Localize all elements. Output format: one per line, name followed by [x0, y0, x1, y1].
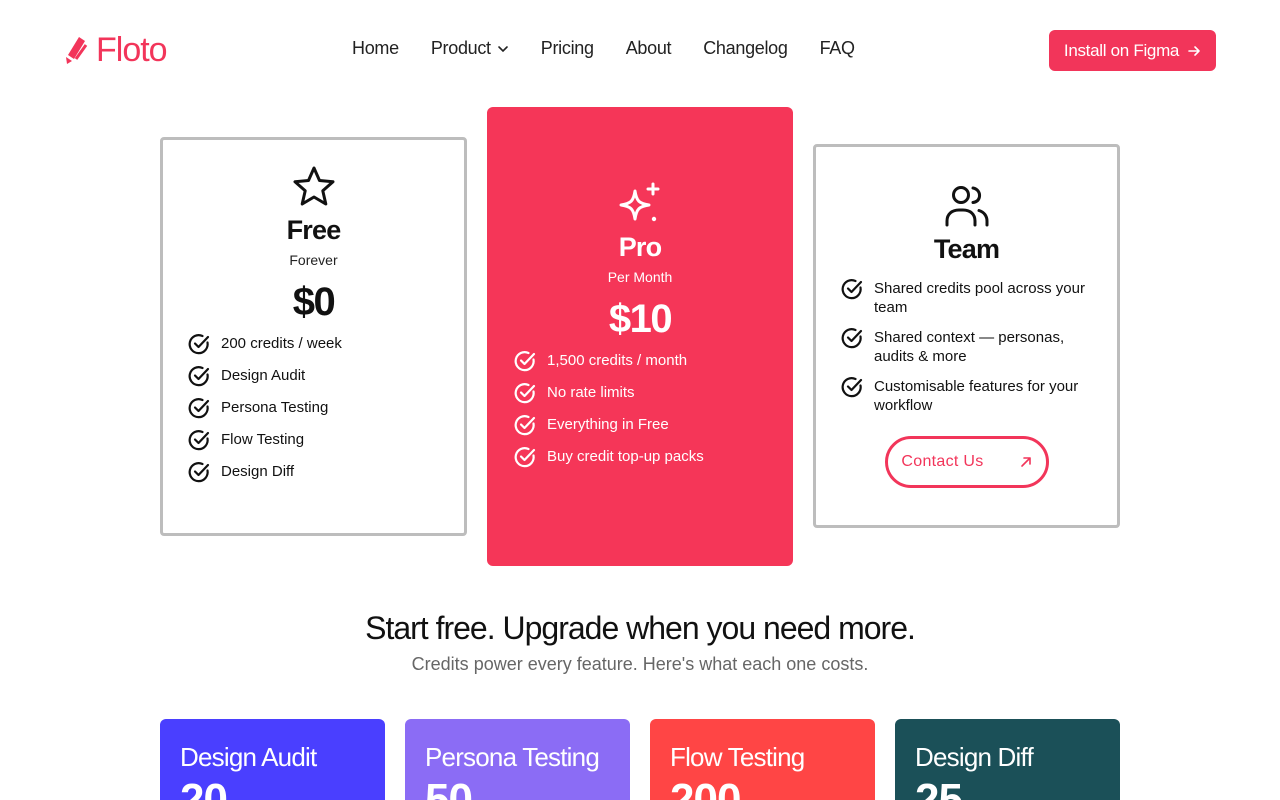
- pencil-logo-icon: [66, 37, 88, 64]
- plan-card-pro: Pro Per Month $10 1,500 credits / month …: [487, 107, 793, 566]
- feature-item: Design Audit: [187, 366, 464, 388]
- tile-name: Persona Testing: [425, 742, 600, 772]
- main-nav: Home Product Pricing About Changelog FAQ: [352, 38, 855, 59]
- plan-price: $0: [292, 280, 336, 324]
- feature-item: Customisable features for your workflow: [840, 377, 1099, 415]
- feature-text: 1,500 credits / month: [547, 352, 688, 369]
- plan-card-free: Free Forever $0 200 credits / week Desig…: [160, 137, 467, 536]
- plan-period: Per Month: [607, 269, 673, 285]
- plan-title: Free: [286, 215, 342, 245]
- check-circle-icon: [188, 366, 210, 387]
- credit-tile-flow-testing: Flow Testing 200: [650, 719, 875, 800]
- feature-item: Everything in Free: [513, 415, 793, 437]
- contact-us-label: Contact Us: [901, 453, 984, 470]
- feature-list: 1,500 credits / month No rate limits Eve…: [487, 351, 793, 479]
- plan-card-team: Team Shared credits pool across your tea…: [813, 144, 1120, 528]
- check-circle-icon: [514, 351, 536, 372]
- feature-list: 200 credits / week Design Audit Persona …: [163, 334, 464, 494]
- check-circle-icon: [188, 398, 210, 419]
- tile-credit-value: 50: [425, 775, 473, 800]
- check-circle-icon: [514, 415, 536, 436]
- check-circle-icon: [188, 462, 210, 483]
- feature-text: Design Audit: [221, 367, 306, 384]
- logo[interactable]: Floto: [64, 31, 168, 69]
- nav-product[interactable]: Product: [431, 38, 509, 59]
- feature-item: Shared context — personas, audits & more: [840, 328, 1099, 366]
- check-circle-icon: [514, 383, 536, 404]
- plan-price: $10: [608, 297, 673, 341]
- check-circle-icon: [841, 279, 863, 300]
- feature-text: No rate limits: [547, 384, 635, 401]
- tile-credit-value: 25: [915, 775, 963, 800]
- feature-text: Persona Testing: [221, 399, 329, 416]
- feature-text: 200 credits / week: [221, 335, 342, 352]
- feature-item: 200 credits / week: [187, 334, 464, 356]
- install-on-figma-button[interactable]: Install on Figma: [1049, 30, 1216, 71]
- site-header: Floto Home Product Pricing About Changel…: [0, 0, 1280, 100]
- feature-text: Shared context — personas, audits & more: [874, 329, 1065, 365]
- nav-about[interactable]: About: [626, 38, 672, 59]
- chevron-down-icon: [497, 45, 508, 52]
- nav-pricing[interactable]: Pricing: [541, 38, 594, 59]
- sparkles-icon: [619, 182, 660, 222]
- feature-item: Persona Testing: [187, 398, 464, 420]
- tile-name: Flow Testing: [670, 742, 805, 772]
- nav-changelog[interactable]: Changelog: [703, 38, 788, 59]
- contact-us-button[interactable]: Contact Us: [884, 436, 1049, 488]
- tile-credit-value: 20: [180, 775, 228, 800]
- tile-name: Design Audit: [180, 742, 317, 772]
- credit-tile-design-audit: Design Audit 20: [160, 719, 385, 800]
- arrow-up-right-icon: [1020, 457, 1031, 467]
- tile-credit-value: 200: [670, 775, 741, 800]
- check-circle-icon: [188, 430, 210, 451]
- plan-period: Forever: [289, 252, 338, 268]
- nav-faq-label: FAQ: [819, 38, 855, 58]
- nav-about-label: About: [625, 38, 672, 58]
- feature-item: 1,500 credits / month: [513, 351, 793, 373]
- credit-tile-persona-testing: Persona Testing 50: [405, 719, 630, 800]
- credits-section-subtitle: Credits power every feature. Here's what…: [411, 654, 869, 674]
- feature-text: Shared credits pool across your team: [874, 280, 1085, 316]
- credits-section-title: Start free. Upgrade when you need more.: [365, 610, 916, 646]
- feature-text: Flow Testing: [221, 431, 305, 448]
- arrow-right-icon: [1188, 45, 1200, 56]
- feature-list: Shared credits pool across your team Sha…: [816, 279, 1117, 426]
- feature-text: Everything in Free: [547, 416, 669, 433]
- check-circle-icon: [841, 377, 863, 398]
- nav-pricing-label: Pricing: [540, 38, 594, 58]
- nav-home-label: Home: [352, 38, 399, 58]
- plan-title: Team: [933, 234, 1000, 264]
- feature-text: Buy credit top-up packs: [547, 448, 704, 465]
- nav-product-label: Product: [430, 38, 491, 58]
- users-icon: [945, 186, 988, 227]
- feature-item: Design Diff: [187, 462, 464, 484]
- install-button-label: Install on Figma: [1063, 40, 1180, 60]
- feature-text: Customisable features for your workflow: [874, 378, 1079, 414]
- credit-tile-design-diff: Design Diff 25: [895, 719, 1120, 800]
- nav-faq[interactable]: FAQ: [820, 38, 855, 59]
- feature-item: Shared credits pool across your team: [840, 279, 1099, 317]
- feature-item: Flow Testing: [187, 430, 464, 452]
- nav-changelog-label: Changelog: [703, 38, 788, 58]
- nav-home[interactable]: Home: [352, 38, 399, 59]
- tile-name: Design Diff: [915, 742, 1034, 772]
- feature-item: No rate limits: [513, 383, 793, 405]
- star-icon: [293, 166, 334, 206]
- feature-text: Design Diff: [221, 463, 295, 480]
- brand-name: Floto: [96, 31, 168, 69]
- feature-item: Buy credit top-up packs: [513, 447, 793, 469]
- check-circle-icon: [188, 334, 210, 355]
- check-circle-icon: [841, 328, 863, 349]
- check-circle-icon: [514, 447, 536, 468]
- plan-title: Pro: [618, 232, 662, 262]
